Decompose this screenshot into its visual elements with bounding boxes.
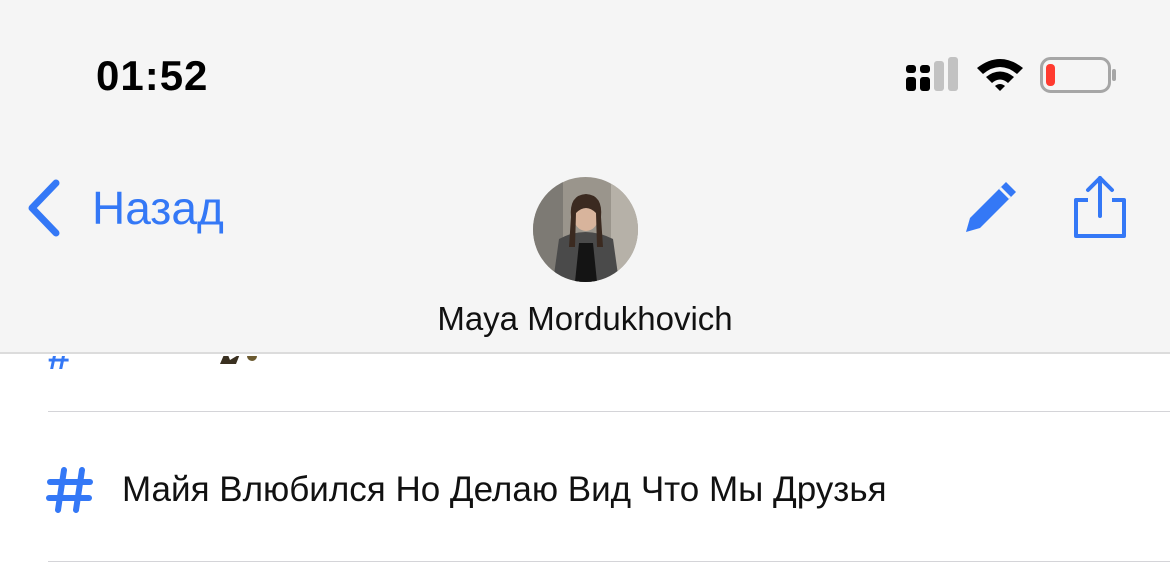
avatar-photo xyxy=(533,177,638,282)
list-item-label: Майя Влюбился Но Делаю Вид Что Мы Друзья xyxy=(122,470,887,509)
navigation-header: 01:52 Назад Maya Mordukhovich xyxy=(0,0,1170,354)
status-time: 01:52 xyxy=(96,52,209,99)
contact-name: Maya Mordukhovich xyxy=(437,300,733,337)
divider xyxy=(48,411,1170,412)
hashtag-icon xyxy=(46,467,93,513)
back-button[interactable]: Назад xyxy=(24,178,224,238)
chevron-left-icon xyxy=(28,179,60,237)
cellular-signal-icon xyxy=(906,57,958,91)
back-button-label: Назад xyxy=(92,182,224,234)
share-icon[interactable] xyxy=(1072,174,1128,240)
previous-list-item-partial: # xyxy=(46,356,276,370)
emoji-icon xyxy=(220,356,257,364)
pencil-icon[interactable] xyxy=(960,178,1020,238)
divider xyxy=(48,561,1170,562)
battery-icon xyxy=(1040,57,1116,93)
wifi-icon xyxy=(977,59,1023,91)
hashtag-icon: # xyxy=(48,356,70,370)
list-item[interactable]: Майя Влюбился Но Делаю Вид Что Мы Друзья xyxy=(46,460,887,520)
avatar[interactable] xyxy=(533,177,638,282)
